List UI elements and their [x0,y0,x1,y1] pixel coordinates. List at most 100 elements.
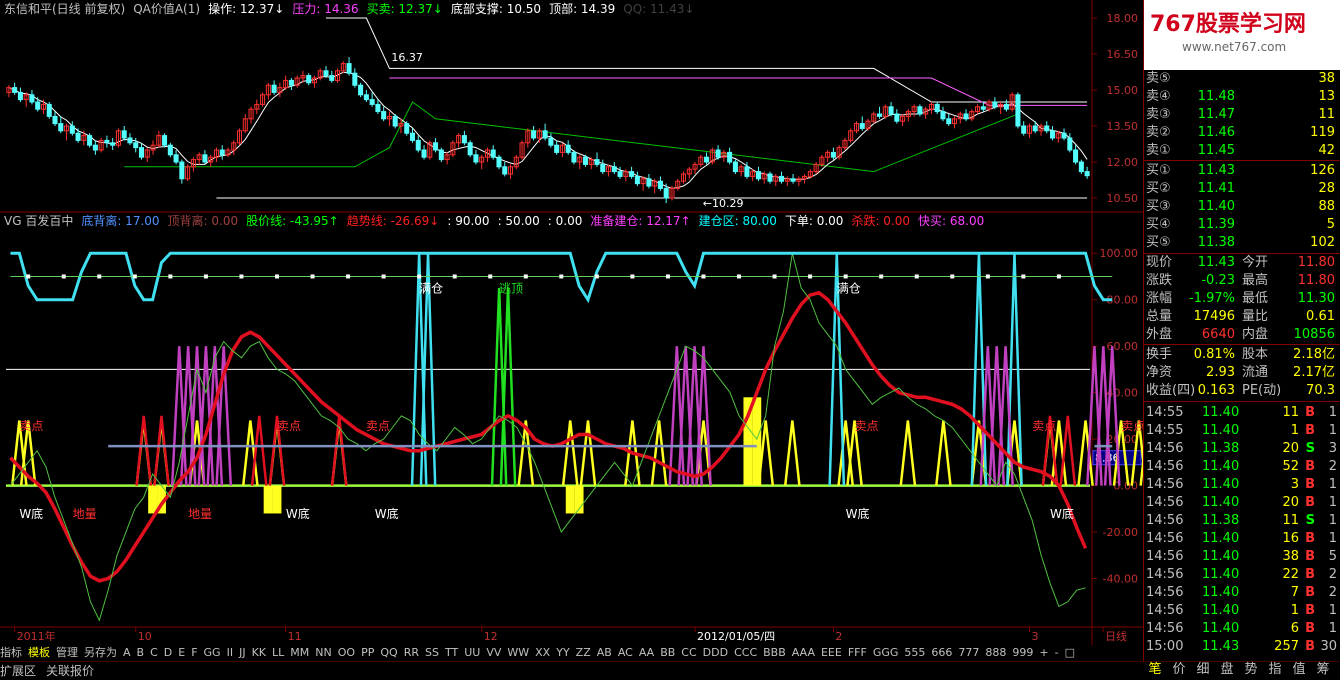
indicator-tab[interactable]: 888 [985,646,1006,659]
indicator-tab[interactable]: KK [252,646,266,659]
quote-tab[interactable]: 细 [1191,661,1215,679]
indicator-tab[interactable]: NN [315,646,331,659]
trade-row[interactable]: 14:56 11.40 20 B 1 [1144,494,1340,512]
trade-row[interactable]: 14:56 11.40 7 B 2 [1144,584,1340,602]
buy-row[interactable]: 买⑤ 11.38 102 [1144,234,1340,252]
trade-row[interactable]: 14:56 11.38 11 S 1 [1144,512,1340,530]
quote-tab[interactable]: 值 [1287,661,1311,679]
quote-tab[interactable]: 盘 [1215,661,1239,679]
quote-tab[interactable]: 势 [1239,661,1263,679]
trade-side: B [1305,459,1315,474]
quote-value: 17496 [1193,309,1235,324]
trade-row[interactable]: 14:56 11.38 20 S 3 [1144,440,1340,458]
indicator-tab[interactable]: C [150,646,158,659]
indicator-tab[interactable]: BB [660,646,675,659]
sell-row[interactable]: 卖④ 11.48 13 [1144,88,1340,106]
indicator-tab[interactable]: AC [618,646,633,659]
indicator-tab[interactable]: 777 [958,646,979,659]
trade-row[interactable]: 14:56 11.40 38 B 5 [1144,548,1340,566]
buy-level-label: 买④ [1146,217,1171,232]
indicator-bar [263,485,273,514]
quote-label: 流通 [1242,365,1269,380]
buy-row[interactable]: 买③ 11.40 88 [1144,198,1340,216]
sell-row[interactable]: 卖③ 11.47 11 [1144,106,1340,124]
indicator-tab[interactable]: VV [486,646,501,659]
indicator-tab[interactable]: EEE [821,646,842,659]
indicator-tab[interactable]: JJ [239,646,246,659]
indicator-tab[interactable]: UU [464,646,480,659]
indicator-tab[interactable]: ZZ [576,646,591,659]
indicator-tab[interactable]: FFF [848,646,867,659]
buy-row[interactable]: 买④ 11.39 5 [1144,216,1340,234]
trade-row[interactable]: 15:00 11.43 257 B 30 [1144,638,1340,656]
quote-tab[interactable]: 指 [1263,661,1287,679]
indicator-tab[interactable]: 指标 [0,646,22,659]
price-annotation: 16.37 [391,51,423,64]
trade-row[interactable]: 14:56 11.40 6 B 1 [1144,620,1340,638]
trade-row[interactable]: 14:55 11.40 11 B 1 [1144,404,1340,422]
indicator-tab[interactable]: CC [681,646,696,659]
ninety-dot [61,274,66,279]
indicator-tab[interactable]: - [1055,646,1059,659]
indicator-tab[interactable]: QQ [380,646,397,659]
trade-row[interactable]: 14:56 11.40 3 B 1 [1144,476,1340,494]
chart-area[interactable]: 18.00 16.50 15.00 13.50 12.00 10.50 16.37 ←10.2… [0,0,1143,645]
indicator-tab[interactable]: RR [404,646,419,659]
quote-tab[interactable]: 笔 [1143,661,1167,679]
indicator-tab[interactable]: DDD [703,646,728,659]
indicator-tab[interactable]: 模板 [28,646,50,659]
indicator-tab[interactable]: GG [204,646,221,659]
candle-body [58,123,64,132]
sell-row[interactable]: 卖⑤ 38 [1144,70,1340,88]
indicator-tab[interactable]: □ [1065,646,1075,659]
trade-row[interactable]: 14:56 11.40 22 B 2 [1144,566,1340,584]
buy-qty: 102 [1310,235,1335,250]
indicator-tab[interactable]: BBB [763,646,786,659]
indicator-tab[interactable]: 管理 [56,646,78,659]
indicator-tab[interactable]: WW [507,646,529,659]
buy-row[interactable]: 买② 11.41 28 [1144,180,1340,198]
trade-side: B [1305,603,1315,618]
indicator-tab[interactable]: 另存为 [84,646,117,659]
indicator-tab[interactable]: MM [290,646,309,659]
sell-price: 11.47 [1197,107,1235,122]
indicator-tab[interactable]: 666 [931,646,952,659]
trade-row[interactable]: 14:56 11.40 1 B 1 [1144,602,1340,620]
indicator-tab[interactable]: AA [639,646,654,659]
indicator-tab[interactable]: OO [338,646,355,659]
indicator-tab[interactable]: YY [556,646,569,659]
trade-row[interactable]: 14:55 11.40 1 B 1 [1144,422,1340,440]
indicator-tab[interactable]: F [191,646,197,659]
quote-tab[interactable]: 筹 [1311,661,1335,679]
trade-row[interactable]: 14:56 11.40 16 B 1 [1144,530,1340,548]
indicator-tab[interactable]: A [123,646,131,659]
candle-body [352,72,358,86]
indicator-tab[interactable]: XX [535,646,550,659]
indicator-tab[interactable]: AAA [792,646,815,659]
indicator-tab[interactable]: TT [445,646,458,659]
indicator-tab[interactable]: E [178,646,185,659]
sell-row[interactable]: 卖② 11.46 119 [1144,124,1340,142]
indicator-tab[interactable]: II [227,646,234,659]
status-item[interactable]: 关联报价 [46,664,94,678]
indicator-tab[interactable]: + [1039,646,1048,659]
indicator-tab[interactable]: LL [272,646,284,659]
indicator-tab[interactable]: PP [361,646,374,659]
indicator-tab[interactable]: AB [597,646,612,659]
sell-row[interactable]: 卖① 11.45 42 [1144,142,1340,160]
indicator-tab[interactable]: GGG [873,646,899,659]
indicator-header-item-12: 快买: 68.00 [918,214,985,228]
indicator-tab[interactable]: D [164,646,172,659]
indicator-tab[interactable]: B [137,646,145,659]
quote-value: -0.23 [1201,273,1235,288]
indicator-tab[interactable]: 999 [1012,646,1033,659]
trade-row[interactable]: 14:56 11.40 52 B 2 [1144,458,1340,476]
buy-row[interactable]: 买① 11.43 126 [1144,162,1340,180]
quote-tab[interactable]: 价 [1167,661,1191,679]
buy-level-label: 买⑤ [1146,235,1171,250]
status-item[interactable]: 扩展区 [0,664,36,678]
indicator-tab[interactable]: 555 [904,646,925,659]
indicator-tab[interactable]: CCC [734,646,757,659]
indicator-tab[interactable]: SS [425,646,439,659]
candle-body [75,132,81,141]
